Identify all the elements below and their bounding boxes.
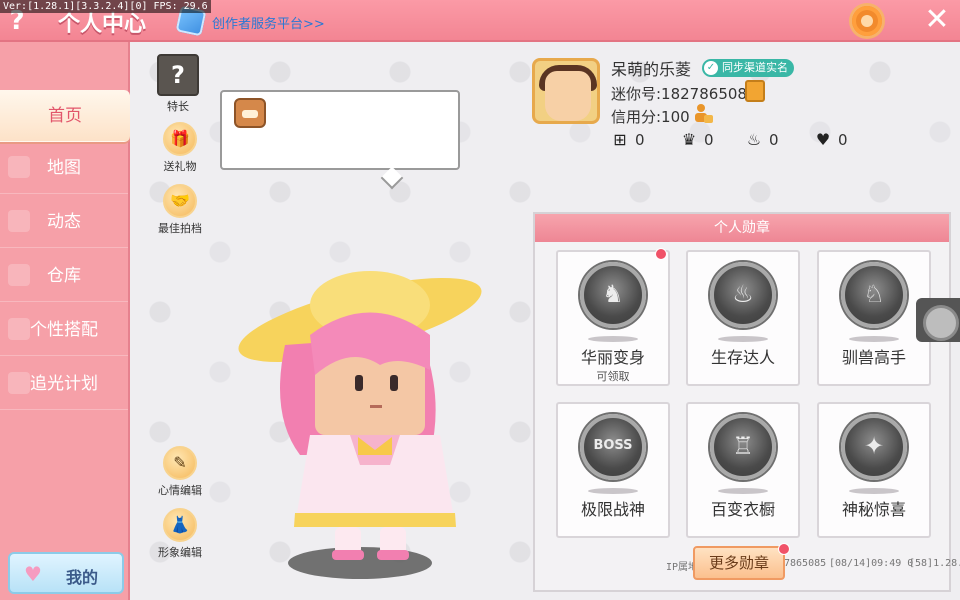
profile-avatar[interactable] xyxy=(532,58,600,124)
heart-icon: ♥ xyxy=(815,130,831,149)
stat-plus-value: 0 xyxy=(635,131,645,149)
mood-edit-label: 心情编辑 xyxy=(158,484,202,497)
medal-name: 百变衣橱 xyxy=(710,500,775,519)
sidebar-item-label: 追光计划 xyxy=(30,374,98,394)
medal-name: 驯兽高手 xyxy=(841,348,906,367)
fire-icon: ♨ xyxy=(710,262,776,328)
creator-platform-link[interactable]: 创作者服务平台>> xyxy=(212,13,325,32)
medal-shadow xyxy=(849,336,899,342)
medal-name: 生存达人 xyxy=(710,348,775,367)
stat-heart-value: 0 xyxy=(838,131,848,149)
medal-card[interactable]: ♞ 华丽变身 可领取 xyxy=(556,250,670,386)
medal-card[interactable]: BOSS 极限战神 xyxy=(556,402,670,538)
player-name: 呆萌的乐菱 xyxy=(611,60,692,79)
mine-button[interactable]: ♥ 我的 xyxy=(8,552,124,594)
medal-name: 神秘惊喜 xyxy=(841,500,906,519)
mood-bubble[interactable] xyxy=(220,90,460,170)
medal-card[interactable]: ♨ 生存达人 xyxy=(686,250,800,386)
mood-emoji-icon xyxy=(234,98,266,128)
image-edit-button[interactable]: 👗 形象编辑 xyxy=(150,508,210,560)
sidebar-item-map[interactable]: 地图 xyxy=(0,142,128,194)
question-mark-icon: ? xyxy=(157,54,199,96)
stat-flame: ♨ 0 xyxy=(745,130,779,149)
outfit-icon xyxy=(8,318,30,340)
medal-shadow xyxy=(718,336,768,342)
stat-cheer-value: 0 xyxy=(704,131,714,149)
sidebar-item-label: 首页 xyxy=(48,106,82,126)
mine-label: 我的 xyxy=(66,568,99,587)
specialty-label: 特长 xyxy=(167,100,189,113)
plus-square-icon: ⊞ xyxy=(613,130,627,149)
debug-overlay: Ver:[1.28.1][3.3.2.4][0] FPS: 29.6 xyxy=(0,0,211,13)
footer-uid: 7865085 xyxy=(784,558,827,569)
feed-icon xyxy=(8,210,30,232)
transform-icon: ♞ xyxy=(580,262,646,328)
boss-icon: BOSS xyxy=(580,414,646,480)
more-medals-button[interactable]: 更多勋章 xyxy=(693,546,785,580)
stat-flame-value: 0 xyxy=(769,131,779,149)
floating-assist-button[interactable] xyxy=(916,298,960,342)
verify-badge[interactable]: ✓ 同步渠道实名 xyxy=(702,59,794,77)
character-avatar[interactable] xyxy=(230,265,490,585)
sidebar-item-outfit[interactable]: 个性搭配 xyxy=(0,304,128,356)
best-partner-label: 最佳拍档 xyxy=(158,222,202,235)
medal-shadow xyxy=(588,488,638,494)
gift-button[interactable]: 🎁 送礼物 xyxy=(150,122,210,174)
horse-icon: ♘ xyxy=(841,262,907,328)
medal-shadow xyxy=(849,488,899,494)
mood-edit-button[interactable]: ✎ 心情编辑 xyxy=(150,446,210,498)
gift-label: 送礼物 xyxy=(163,160,197,173)
medal-name: 极限战神 xyxy=(580,500,645,519)
medal-shadow xyxy=(588,336,638,342)
sidebar-item-label: 动态 xyxy=(47,212,81,232)
footer-time: [08/14]09:49 0 xyxy=(829,558,914,569)
sidebar-item-home[interactable]: 首页 xyxy=(0,90,130,142)
credit-person-icon[interactable] xyxy=(692,102,714,124)
footer-version: [58]1.28.1 xyxy=(909,558,960,569)
handshake-icon: 🤝 xyxy=(163,184,197,218)
pencil-icon: ✎ xyxy=(163,446,197,480)
medal-panel: 个人勋章 ♞ 华丽变身 可领取 ♨ 生存达人 ♘ 驯兽高手 BOSS 极限战神 … xyxy=(533,212,951,592)
map-icon xyxy=(8,156,30,178)
flame-icon: ♨ xyxy=(746,130,762,149)
stat-plus: ⊞ 0 xyxy=(611,130,645,149)
verify-badge-label: 同步渠道实名 xyxy=(722,61,788,74)
notification-dot xyxy=(778,543,790,555)
heart-icon: ♥ xyxy=(24,562,42,586)
best-partner-button[interactable]: 🤝 最佳拍档 xyxy=(150,184,210,236)
stat-heart: ♥ 0 xyxy=(814,130,848,149)
medal-shadow xyxy=(718,488,768,494)
medal-card[interactable]: ♘ 驯兽高手 xyxy=(817,250,931,386)
image-edit-label: 形象编辑 xyxy=(158,546,202,559)
specialty-button[interactable]: ? 特长 xyxy=(148,54,208,114)
sidebar: 首页 地图 动态 仓库 个性搭配 追光计划 xyxy=(0,42,130,600)
gift-icon: 🎁 xyxy=(163,122,197,156)
user-check-icon: ✓ xyxy=(704,61,718,75)
cheer-icon: ♛ xyxy=(681,130,697,149)
medal-name: 华丽变身 xyxy=(580,348,645,367)
credit-score: 信用分:100 xyxy=(611,108,690,126)
settings-gear-icon[interactable] xyxy=(852,6,882,36)
dress-icon: 👗 xyxy=(163,508,197,542)
warehouse-icon xyxy=(8,264,30,286)
sidebar-item-feed[interactable]: 动态 xyxy=(0,196,128,248)
stat-cheer: ♛ 0 xyxy=(680,130,714,149)
medal-claimable: 可领取 xyxy=(596,370,630,383)
avatar-face xyxy=(545,71,591,121)
sidebar-item-label: 地图 xyxy=(47,158,81,178)
medal-card[interactable]: ♖ 百变衣橱 xyxy=(686,402,800,538)
sidebar-item-label: 仓库 xyxy=(47,266,81,286)
notification-dot xyxy=(655,248,667,260)
copy-icon[interactable] xyxy=(745,80,765,102)
sidebar-item-warehouse[interactable]: 仓库 xyxy=(0,250,128,302)
chase-light-icon xyxy=(8,372,30,394)
sidebar-item-label: 个性搭配 xyxy=(30,320,98,340)
sidebar-item-chase-light[interactable]: 追光计划 xyxy=(0,358,128,410)
medal-card[interactable]: ✦ 神秘惊喜 xyxy=(817,402,931,538)
surprise-icon: ✦ xyxy=(841,414,907,480)
close-icon[interactable]: ✕ xyxy=(922,4,952,36)
mini-id: 迷你号:1827865085 xyxy=(611,85,757,103)
medal-panel-title: 个人勋章 xyxy=(535,214,949,242)
wardrobe-icon: ♖ xyxy=(710,414,776,480)
